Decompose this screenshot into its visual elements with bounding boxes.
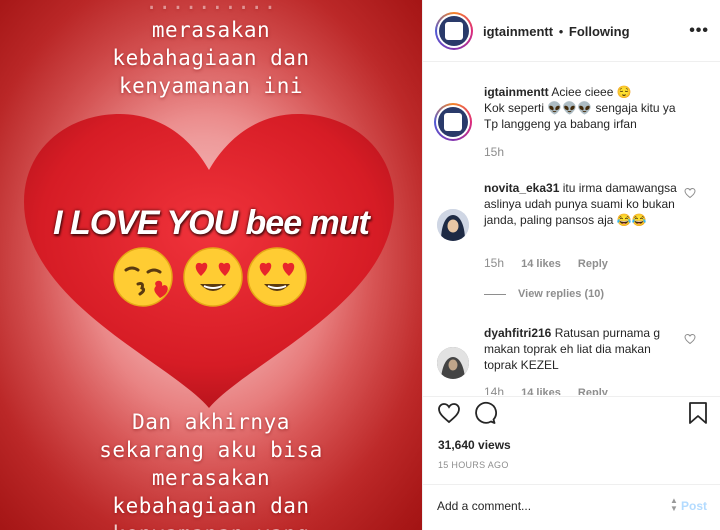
media-caption-bottom-line-1: sekarang aku bisa [99,438,323,462]
commenter-avatar[interactable] [437,347,469,379]
post-header: igtainmentt • Following ••• [423,0,720,62]
like-heart-icon[interactable] [437,401,461,425]
comment-reply-button[interactable]: Reply [578,258,608,270]
caption-line-0: Aciee cieee 😌 [551,85,632,99]
post-actions-bar [423,396,720,432]
follow-status-button[interactable]: Following [569,24,630,39]
scroll-arrows-icon[interactable]: ▲ ▼ [670,497,680,513]
views-count[interactable]: 31,640 views [438,438,511,452]
media-caption-bottom-line-4: kenyamanan yang [0,520,422,530]
caption-username[interactable]: igtainmentt [484,85,549,99]
view-replies-label: View replies (10) [518,288,605,300]
heart-eyes-emoji-1 [183,247,243,307]
author-avatar[interactable] [435,12,473,50]
media-caption-top-line-0: .......... [145,0,277,14]
commenter-username[interactable]: dyahfitri216 [484,326,551,340]
heart-eyes-emoji-2 [247,247,307,307]
hijab-avatar-icon [437,209,469,241]
comment-time[interactable]: 15h [484,256,504,270]
comment-time[interactable]: 14h [484,385,504,395]
media-caption-top-line-3: kenyamanan ini [118,74,303,98]
emoji-row [112,246,312,310]
view-replies-button[interactable]: View replies (10) [484,288,604,300]
photo-avatar-icon [437,347,469,379]
commenter-username[interactable]: novita_eka31 [484,181,559,195]
kissing-face-emoji [113,247,173,307]
media-caption-bottom-line-2: merasakan [151,466,271,490]
caption-author-avatar[interactable] [434,103,472,141]
replies-divider [484,293,506,295]
more-options-icon[interactable]: ••• [689,22,709,40]
like-comment-heart-icon[interactable] [684,333,696,345]
media-caption-bottom: Dan akhirnya sekarang aku bisa merasakan… [0,408,422,530]
comment-reply-button[interactable]: Reply [578,387,608,395]
commenter-avatar[interactable] [437,209,469,241]
comments-list[interactable]: igtainmentt Aciee cieee 😌 Kok seperti 👽👽… [423,63,720,395]
caption-time[interactable]: 15h [484,145,504,159]
comment-meta: 14h 14 likes Reply [484,385,622,395]
love-overlay-text: I LOVE YOU bee mut [53,204,370,242]
caption-line-1: Kok seperti 👽👽👽 sengaja kitu ya [484,101,676,115]
media-caption-top-line-1: merasakan [151,18,271,42]
post-comment-button[interactable]: Post [681,499,707,513]
caption-meta: 15h [484,145,518,159]
comment-likes[interactable]: 14 likes [521,258,561,270]
add-comment-input[interactable] [437,499,657,513]
comment-likes[interactable]: 14 likes [521,387,561,395]
media-caption-top: .......... merasakan kebahagiaan dan ken… [0,0,422,100]
media-caption-bottom-line-0: Dan akhirnya [132,410,290,434]
save-bookmark-icon[interactable] [687,401,709,425]
media-caption-top-line-2: kebahagiaan dan [112,46,310,70]
like-comment-heart-icon[interactable] [684,187,696,199]
author-line: igtainmentt • Following [483,24,630,39]
comment-body: novita_eka31 itu irma damawangsa aslinya… [484,180,684,228]
comment-body: dyahfitri216 Ratusan purnama g makan top… [484,325,684,373]
post-media[interactable]: .......... merasakan kebahagiaan dan ken… [0,0,422,530]
post-timestamp[interactable]: 15 HOURS AGO [438,460,509,470]
caption-line-2: Tp langgeng ya babang irfan [484,117,637,131]
post-side-panel: igtainmentt • Following ••• igtainmentt … [422,0,720,530]
comment-bubble-icon[interactable] [473,401,497,425]
header-separator: • [558,24,564,39]
media-caption-bottom-line-3: kebahagiaan dan [112,494,310,518]
author-username[interactable]: igtainmentt [483,24,553,39]
comment-meta: 15h 14 likes Reply [484,256,622,270]
caption-body: igtainmentt Aciee cieee 😌 Kok seperti 👽👽… [484,84,684,132]
